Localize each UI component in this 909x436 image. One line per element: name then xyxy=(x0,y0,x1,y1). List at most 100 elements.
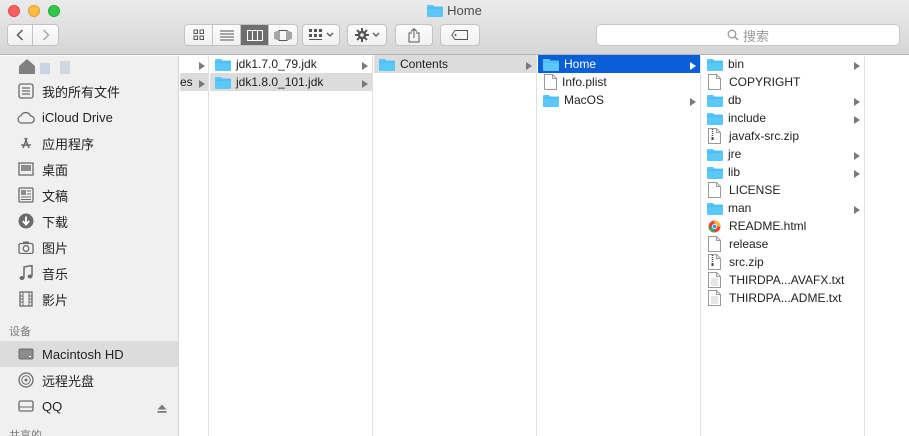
column-row[interactable]: include xyxy=(702,109,864,127)
row-label: man xyxy=(728,201,752,215)
row-label: db xyxy=(728,93,742,107)
column-row[interactable]: README.html xyxy=(702,217,864,235)
row-label: lib xyxy=(728,165,741,179)
window-toolbar: Home 搜索 xyxy=(0,0,909,55)
coverflow-view-button[interactable] xyxy=(269,25,297,45)
column-row[interactable]: LICENSE xyxy=(702,181,864,199)
drive-icon xyxy=(17,397,35,415)
zip-archive-icon xyxy=(708,128,721,144)
column-view-button[interactable] xyxy=(241,25,269,45)
browser-column-4: bin COPYRIGHT db include javafx-src.zip jre li… xyxy=(702,56,865,436)
chevron-right-icon xyxy=(199,77,205,91)
film-icon xyxy=(17,290,35,308)
music-icon xyxy=(17,264,35,282)
column-row[interactable]: db xyxy=(702,91,864,109)
column-row[interactable]: THIRDPA...AVAFX.txt xyxy=(702,271,864,289)
column-row[interactable]: javafx-src.zip xyxy=(702,127,864,145)
share-icon xyxy=(408,27,420,42)
documents-icon xyxy=(17,186,35,204)
share-button[interactable] xyxy=(395,24,433,46)
row-label: COPYRIGHT xyxy=(729,75,801,89)
browser-column-3: Home Info.plist MacOS xyxy=(538,55,701,436)
chevron-right-icon xyxy=(854,167,860,181)
folder-icon xyxy=(707,94,723,107)
sidebar-item-pictures[interactable]: 图片 xyxy=(0,234,178,260)
search-icon xyxy=(727,29,739,41)
sidebar-item-remote-disc[interactable]: 远程光盘 xyxy=(0,367,178,393)
sidebar-item-label: Macintosh HD xyxy=(42,346,124,362)
sidebar-item-label: 音乐 xyxy=(42,266,69,282)
coverflow-icon xyxy=(274,29,292,41)
sidebar-section-shared: 共享的 xyxy=(9,430,42,436)
row-label: Home xyxy=(564,57,597,71)
list-view-button[interactable] xyxy=(213,25,241,45)
row-label: jdk1.8.0_101.jdk xyxy=(236,75,324,89)
forward-button[interactable] xyxy=(33,25,58,45)
column-row[interactable]: lib xyxy=(702,163,864,181)
sidebar-item-qq[interactable]: QQ xyxy=(0,393,178,419)
folder-icon xyxy=(215,76,231,89)
column-row[interactable]: man xyxy=(702,199,864,217)
icon-view-button[interactable] xyxy=(185,25,213,45)
row-label: include xyxy=(728,111,767,125)
sidebar-item-desktop[interactable]: 桌面 xyxy=(0,156,178,182)
sidebar-item-label: QQ xyxy=(42,398,63,414)
browser-column-0: es xyxy=(180,56,209,436)
document-icon xyxy=(708,236,721,252)
row-label: release xyxy=(729,237,769,251)
eject-icon[interactable] xyxy=(157,401,167,416)
sidebar-item-all-files[interactable]: 我的所有文件 xyxy=(0,78,178,104)
cloud-icon xyxy=(17,108,35,126)
sidebar-item-label: 下载 xyxy=(42,214,69,230)
column-row[interactable]: release xyxy=(702,235,864,253)
column-row[interactable]: jre xyxy=(702,145,864,163)
sidebar-item-applications[interactable]: 应用程序 xyxy=(0,130,178,156)
column-row[interactable]: COPYRIGHT xyxy=(702,73,864,91)
sidebar-item-documents[interactable]: 文稿 xyxy=(0,182,178,208)
sidebar-item-partial[interactable] xyxy=(18,56,78,74)
document-icon xyxy=(708,74,721,90)
column-row[interactable]: THIRDPA...ADME.txt xyxy=(702,289,864,307)
column-row-home[interactable]: Home xyxy=(538,55,700,73)
row-label: jre xyxy=(728,147,742,161)
edit-tags-button[interactable] xyxy=(440,24,480,46)
column-row[interactable]: src.zip xyxy=(702,253,864,271)
chevron-right-icon xyxy=(526,59,532,73)
column-row-macos[interactable]: MacOS xyxy=(538,91,700,109)
chevron-right-icon xyxy=(690,95,696,109)
search-placeholder: 搜索 xyxy=(742,28,769,44)
column-row-jdk18[interactable]: jdk1.8.0_101.jdk xyxy=(210,73,372,91)
sidebar-item-icloud[interactable]: iCloud Drive xyxy=(0,104,178,130)
row-label: THIRDPA...ADME.txt xyxy=(729,291,842,305)
folder-icon xyxy=(707,202,723,215)
chevron-right-icon xyxy=(362,77,368,91)
sidebar-item-music[interactable]: 音乐 xyxy=(0,260,178,286)
browser-column-1: jdk1.7.0_79.jdk jdk1.8.0_101.jdk xyxy=(210,56,373,436)
sidebar-item-macintosh-hd[interactable]: Macintosh HD xyxy=(0,341,178,367)
search-field[interactable]: 搜索 xyxy=(596,24,900,46)
row-label: Info.plist xyxy=(562,75,607,89)
folder-icon xyxy=(215,58,231,71)
zip-archive-icon xyxy=(708,254,721,270)
sidebar-item-movies[interactable]: 影片 xyxy=(0,286,178,312)
window-title-text: Home xyxy=(447,3,482,18)
disc-icon xyxy=(17,371,35,389)
folder-icon xyxy=(379,58,395,71)
column-row[interactable]: bin xyxy=(702,55,864,73)
chevron-right-icon xyxy=(199,59,205,73)
columns-icon xyxy=(246,29,263,41)
arrange-button[interactable] xyxy=(302,24,340,46)
row-label: Contents xyxy=(400,57,449,71)
sidebar-item-label: 应用程序 xyxy=(42,136,95,152)
tag-icon xyxy=(451,30,468,40)
folder-icon xyxy=(427,4,444,20)
action-button[interactable] xyxy=(347,24,387,46)
column-row-info-plist[interactable]: Info.plist xyxy=(538,73,700,91)
column-row-jdk17[interactable]: jdk1.7.0_79.jdk xyxy=(210,55,372,73)
text-file-icon xyxy=(708,272,721,288)
back-button[interactable] xyxy=(8,25,33,45)
folder-icon xyxy=(543,94,559,107)
column-row-contents[interactable]: Contents xyxy=(374,55,536,73)
downloads-icon xyxy=(17,212,35,230)
sidebar-item-downloads[interactable]: 下载 xyxy=(0,208,178,234)
